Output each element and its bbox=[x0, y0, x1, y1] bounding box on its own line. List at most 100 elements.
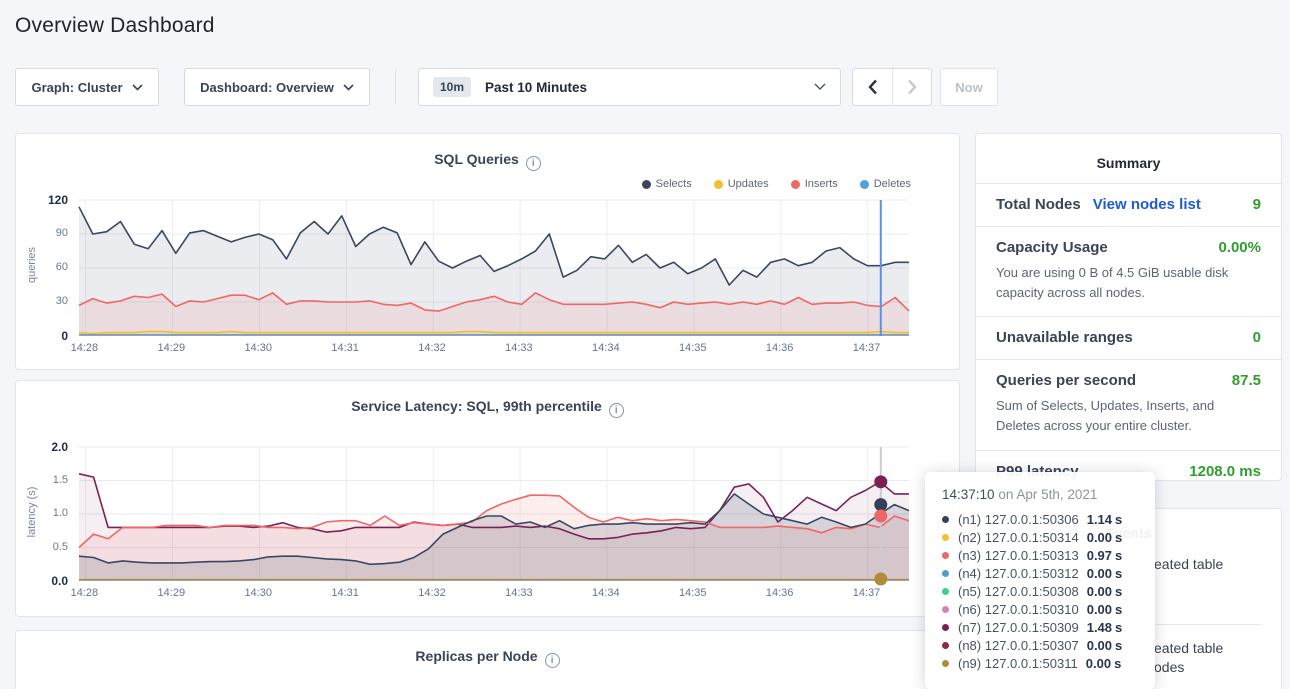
node-latency-unit: s bbox=[1115, 566, 1122, 581]
legend-label: Updates bbox=[728, 178, 769, 190]
x-tick-label: 14:34 bbox=[592, 587, 620, 599]
unavailable-ranges-value: 0 bbox=[1253, 329, 1261, 346]
node-address: (n3) 127.0.0.1:50313 bbox=[958, 548, 1079, 563]
node-address: (n7) 127.0.0.1:50309 bbox=[958, 620, 1079, 635]
y-tick-label: 60 bbox=[56, 261, 68, 273]
capacity-usage-value: 0.00% bbox=[1218, 239, 1261, 256]
tooltip-node-row: (n5) 127.0.0.1:503080.00s bbox=[942, 582, 1139, 600]
overview-dashboard-page: Overview Dashboard Graph: Cluster Dashbo… bbox=[0, 0, 1290, 689]
legend-dot-icon bbox=[860, 180, 869, 189]
info-icon[interactable]: i bbox=[609, 403, 624, 418]
node-series-dot-icon bbox=[942, 534, 949, 541]
now-button[interactable]: Now bbox=[940, 68, 998, 106]
legend-item-updates[interactable]: Updates bbox=[714, 178, 769, 190]
y-axis-label: latency (s) bbox=[26, 462, 38, 562]
tooltip-node-row: (n4) 127.0.0.1:50312 0.00s bbox=[942, 564, 1139, 582]
legend-dot-icon bbox=[791, 180, 800, 189]
event-row-line2: odes bbox=[1154, 659, 1184, 675]
info-icon[interactable]: i bbox=[545, 653, 560, 668]
y-tick-label: 0.5 bbox=[53, 541, 68, 553]
y-tick-label: 1.0 bbox=[53, 507, 68, 519]
x-tick-label: 14:32 bbox=[418, 587, 446, 599]
legend-label: Inserts bbox=[805, 178, 838, 190]
queries-per-second-label: Queries per second bbox=[996, 372, 1136, 389]
time-window-selector[interactable]: 10m Past 10 Minutes bbox=[418, 68, 841, 106]
dashboard-dropdown[interactable]: Dashboard: Overview bbox=[184, 68, 370, 106]
x-tick-label: 14:31 bbox=[331, 587, 359, 599]
event-row[interactable]: eated table bbox=[1154, 640, 1223, 656]
tooltip-time: 14:37:10 bbox=[942, 487, 995, 502]
node-latency-value: 0.00 bbox=[1087, 566, 1112, 581]
legend-label: Selects bbox=[656, 178, 692, 190]
x-tick-label: 14:36 bbox=[766, 342, 794, 354]
event-row[interactable]: eated table bbox=[1154, 556, 1223, 572]
chart-title-text: Service Latency: SQL, 99th percentile bbox=[351, 398, 602, 414]
legend-item-inserts[interactable]: Inserts bbox=[791, 178, 838, 190]
x-tick-label: 14:29 bbox=[158, 587, 186, 599]
chevron-left-icon bbox=[868, 79, 878, 95]
node-address: (n1) 127.0.0.1:50306 bbox=[958, 512, 1079, 527]
legend-label: Deletes bbox=[874, 178, 911, 190]
time-window-badge: 10m bbox=[433, 77, 471, 97]
x-tick-label: 14:34 bbox=[592, 342, 620, 354]
x-tick-label: 14:33 bbox=[505, 587, 533, 599]
tooltip-node-row: (n9) 127.0.0.1:503110.00s bbox=[942, 654, 1139, 672]
x-tick-label: 14:33 bbox=[505, 342, 533, 354]
queries-per-second-row: Queries per second 87.5 Sum of Selects, … bbox=[976, 359, 1281, 449]
chart-title-text: SQL Queries bbox=[434, 151, 519, 167]
tooltip-node-row: (n2) 127.0.0.1:503140.00s bbox=[942, 528, 1139, 546]
chevron-down-icon bbox=[132, 84, 143, 91]
x-tick-label: 14:30 bbox=[244, 342, 272, 354]
y-axis-label: queries bbox=[26, 215, 38, 315]
plot-area[interactable] bbox=[79, 200, 909, 336]
x-tick-label: 14:29 bbox=[158, 342, 186, 354]
tooltip-node-row: (n8) 127.0.0.1:503070.00s bbox=[942, 636, 1139, 654]
x-tick-label: 14:28 bbox=[71, 587, 99, 599]
chevron-down-icon bbox=[343, 84, 354, 91]
node-latency-unit: s bbox=[1115, 512, 1122, 527]
info-icon[interactable]: i bbox=[526, 156, 541, 171]
sql-queries-chart-panel: SQL Queries i Selects Updates Inserts Delete… bbox=[15, 133, 960, 370]
legend-item-deletes[interactable]: Deletes bbox=[860, 178, 911, 190]
total-nodes-label: Total Nodes bbox=[996, 196, 1081, 213]
dashboard-dropdown-label: Dashboard: Overview bbox=[200, 80, 334, 95]
graph-scope-dropdown[interactable]: Graph: Cluster bbox=[15, 68, 159, 106]
node-series-dot-icon bbox=[942, 606, 949, 613]
y-tick-label: 0 bbox=[61, 329, 68, 343]
node-address: (n4) 127.0.0.1:50312 bbox=[958, 566, 1079, 581]
chevron-down-icon bbox=[814, 83, 826, 91]
tooltip-rows: (n1) 127.0.0.1:503061.14s(n2) 127.0.0.1:… bbox=[942, 510, 1139, 672]
node-latency-value: 0.00 bbox=[1087, 602, 1112, 617]
node-series-dot-icon bbox=[942, 570, 949, 577]
node-series-dot-icon bbox=[942, 642, 949, 649]
chart-hover-tooltip: 14:37:10 on Apr 5th, 2021 (n1) 127.0.0.1… bbox=[925, 472, 1155, 689]
total-nodes-row: Total Nodes View nodes list 9 bbox=[976, 183, 1281, 226]
node-latency-unit: s bbox=[1114, 656, 1121, 671]
node-latency-value: 0.00 bbox=[1087, 638, 1112, 653]
node-address: (n8) 127.0.0.1:50307 bbox=[958, 638, 1079, 653]
node-address: (n6) 127.0.0.1:50310 bbox=[958, 602, 1079, 617]
summary-panel: Summary Total Nodes View nodes list 9 Ca… bbox=[975, 133, 1282, 481]
x-tick-label: 14:32 bbox=[418, 342, 446, 354]
tooltip-timestamp: 14:37:10 on Apr 5th, 2021 bbox=[942, 487, 1139, 502]
x-tick-label: 14:37 bbox=[853, 342, 881, 354]
queries-per-second-subtext: Sum of Selects, Updates, Inserts, and De… bbox=[996, 396, 1261, 436]
node-latency-value: 1.14 bbox=[1087, 512, 1112, 527]
legend-item-selects[interactable]: Selects bbox=[642, 178, 692, 190]
chevron-right-icon bbox=[907, 79, 917, 95]
node-series-dot-icon bbox=[942, 552, 949, 559]
y-tick-label: 1.5 bbox=[53, 474, 68, 486]
y-tick-label: 90 bbox=[56, 227, 68, 239]
previous-time-button[interactable] bbox=[853, 69, 892, 105]
tooltip-node-row: (n7) 127.0.0.1:503091.48s bbox=[942, 618, 1139, 636]
plot-area[interactable] bbox=[79, 447, 909, 581]
capacity-usage-label: Capacity Usage bbox=[996, 239, 1108, 256]
next-time-button[interactable] bbox=[892, 69, 931, 105]
node-address: (n9) 127.0.0.1:50311 bbox=[958, 656, 1078, 671]
time-step-buttons bbox=[852, 68, 932, 106]
view-nodes-list-link[interactable]: View nodes list bbox=[1093, 196, 1201, 213]
x-tick-label: 14:37 bbox=[853, 587, 881, 599]
x-tick-label: 14:30 bbox=[244, 587, 272, 599]
tooltip-node-row: (n3) 127.0.0.1:503130.97s bbox=[942, 546, 1139, 564]
node-series-dot-icon bbox=[942, 588, 949, 595]
